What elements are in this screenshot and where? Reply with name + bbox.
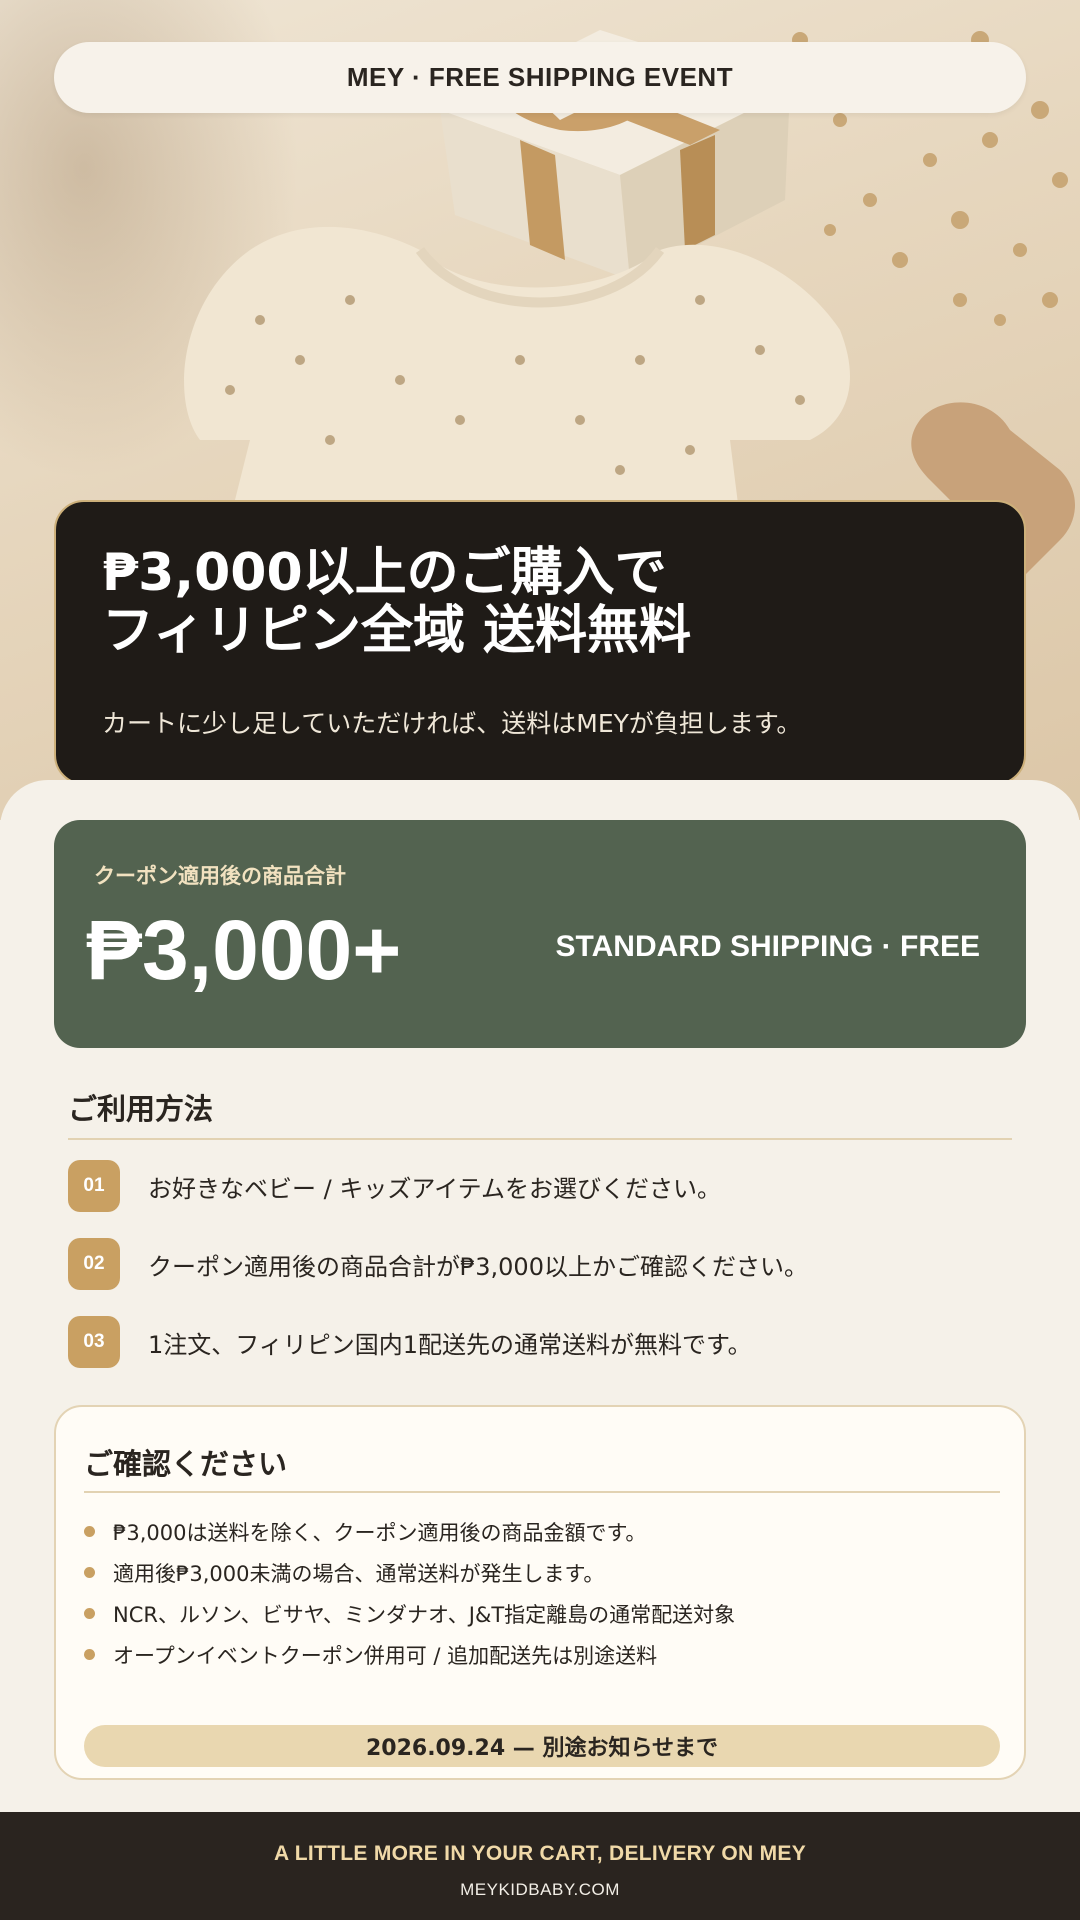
notice-item-text: オープンイベントクーポン併用可 / 追加配送先は別途送料 <box>113 1643 658 1668</box>
event-banner: MEY · FREE SHIPPING EVENT <box>54 42 1026 113</box>
headline: ₱3,000以上のご購入で フィリピン全域 送料無料 <box>102 544 978 660</box>
step-number-badge: 02 <box>68 1238 120 1290</box>
bullet-icon <box>84 1526 95 1537</box>
price-label: クーポン適用後の商品合計 <box>94 864 346 888</box>
notice-item: オープンイベントクーポン併用可 / 追加配送先は別途送料 <box>84 1634 735 1675</box>
notice-card: ご確認ください ₱3,000は送料を除く、クーポン適用後の商品金額です。 適用後… <box>54 1405 1026 1780</box>
divider <box>68 1138 1012 1140</box>
step-text: クーポン適用後の商品合計が₱3,000以上かご確認ください。 <box>148 1252 808 1281</box>
notice-item: ₱3,000は送料を除く、クーポン適用後の商品金額です。 <box>84 1511 735 1552</box>
step-number-badge: 01 <box>68 1160 120 1212</box>
headline-line-2: フィリピン全域 送料無料 <box>102 601 692 661</box>
footer-url[interactable]: MEYKIDBABY.COM <box>0 1880 1080 1900</box>
step-item: 02 クーポン適用後の商品合計が₱3,000以上かご確認ください。 <box>68 1238 1008 1290</box>
step-item: 01 お好きなベビー / キッズアイテムをお選びください。 <box>68 1160 1008 1212</box>
bullet-icon <box>84 1608 95 1619</box>
bullet-icon <box>84 1567 95 1578</box>
step-number-badge: 03 <box>68 1316 120 1368</box>
notice-item: NCR、ルソン、ビサヤ、ミンダナオ、J&T指定離島の通常配送対象 <box>84 1593 735 1634</box>
footer: A LITTLE MORE IN YOUR CART, DELIVERY ON … <box>0 1812 1080 1920</box>
headline-subtext: カートに少し足していただければ、送料はMEYが負担します。 <box>102 709 802 738</box>
price-value: ₱3,000+ <box>86 903 402 997</box>
notice-item-text: NCR、ルソン、ビサヤ、ミンダナオ、J&T指定離島の通常配送対象 <box>113 1602 736 1627</box>
notice-item-text: ₱3,000は送料を除く、クーポン適用後の商品金額です。 <box>113 1520 647 1545</box>
deadline-badge: 2026.09.24 — 別途お知らせまで <box>84 1725 1000 1767</box>
notice-item: 適用後₱3,000未満の場合、通常送料が発生します。 <box>84 1552 735 1593</box>
notice-item-text: 適用後₱3,000未満の場合、通常送料が発生します。 <box>113 1561 605 1586</box>
step-text: 1注文、フィリピン国内1配送先の通常送料が無料です。 <box>148 1330 752 1359</box>
headline-card: ₱3,000以上のご購入で フィリピン全域 送料無料 カートに少し足していただけ… <box>54 500 1026 785</box>
how-to-title: ご利用方法 <box>68 1092 214 1126</box>
step-text: お好きなベビー / キッズアイテムをお選びください。 <box>148 1174 721 1203</box>
content-sheet: クーポン適用後の商品合計 ₱3,000+ STANDARD SHIPPING ·… <box>0 780 1080 1812</box>
event-banner-title: MEY · FREE SHIPPING EVENT <box>346 62 734 92</box>
bullet-icon <box>84 1649 95 1660</box>
step-item: 03 1注文、フィリピン国内1配送先の通常送料が無料です。 <box>68 1316 1008 1368</box>
notice-title: ご確認ください <box>84 1447 288 1481</box>
baby-dress-icon <box>184 226 850 520</box>
notice-list: ₱3,000は送料を除く、クーポン適用後の商品金額です。 適用後₱3,000未満… <box>84 1511 735 1675</box>
shipping-note: STANDARD SHIPPING · FREE <box>555 930 980 963</box>
footer-tagline: A LITTLE MORE IN YOUR CART, DELIVERY ON … <box>273 1842 807 1865</box>
hero-image: MEY · FREE SHIPPING EVENT ₱3,000以上のご購入で … <box>0 0 1080 820</box>
headline-line-1: ₱3,000以上のご購入で <box>102 543 667 603</box>
divider <box>84 1491 1000 1493</box>
price-card: クーポン適用後の商品合計 ₱3,000+ STANDARD SHIPPING ·… <box>54 820 1026 1048</box>
